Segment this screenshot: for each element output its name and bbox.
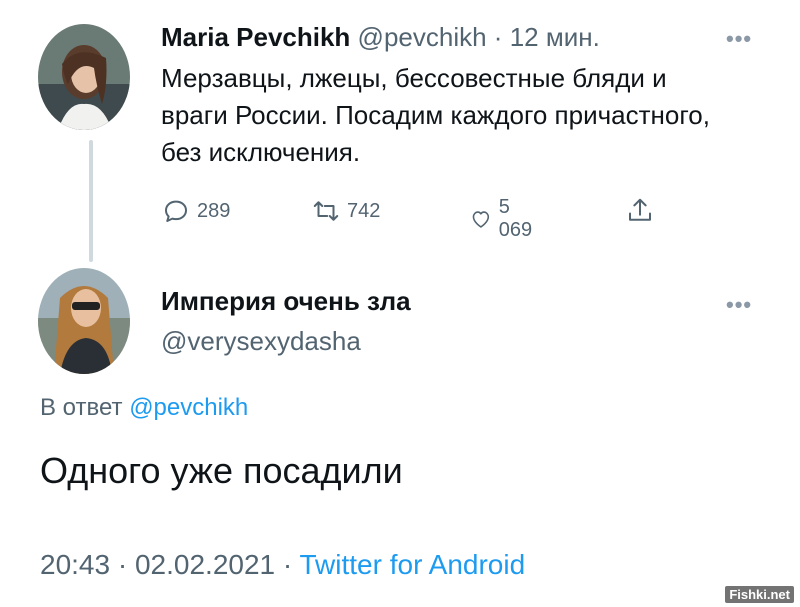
retweet-icon [313, 201, 339, 221]
tweet1-timestamp[interactable]: 12 мин. [510, 22, 600, 52]
footer-separator: · [282, 549, 293, 580]
reply-context: В ответ @pevchikh [40, 394, 248, 422]
avatar-verysexydasha[interactable] [38, 268, 130, 374]
reply-count: 289 [197, 199, 231, 222]
tweet2-more-icon[interactable]: ••• [726, 292, 752, 318]
tweet1-text: Мерзавцы, лжецы, бессовестные бляди и вр… [161, 63, 710, 167]
tweet2-footer: 20:43 · 02.02.2021 · Twitter for Android [40, 549, 525, 581]
tweet1-separator: · [493, 22, 503, 52]
avatar-maria-pevchikh[interactable] [38, 24, 130, 130]
tweet1-author-name[interactable]: Maria Pevchikh [161, 22, 350, 52]
tweet2-date[interactable]: 02.02.2021 [135, 549, 275, 580]
retweet-count: 742 [347, 199, 381, 222]
avatar-photo-icon [38, 24, 130, 130]
reply-mention-link[interactable]: @pevchikh [129, 394, 248, 421]
thread-connector-line [89, 140, 93, 262]
footer-separator: · [117, 549, 128, 580]
share-button[interactable] [625, 196, 655, 226]
avatar-photo-icon [38, 268, 130, 374]
tweet2-source-link[interactable]: Twitter for Android [300, 549, 526, 580]
reply-prefix: В ответ [40, 394, 123, 421]
reply-button[interactable]: 289 [161, 196, 230, 226]
retweet-button[interactable]: 742 [311, 196, 380, 226]
reply-icon [165, 200, 187, 222]
tweet1-header: Maria Pevchikh @pevchikh · 12 мин. [161, 22, 600, 53]
watermark: Fishki.net [725, 586, 794, 603]
like-button[interactable]: 5 069 [469, 196, 538, 242]
tweet2-time[interactable]: 20:43 [40, 549, 110, 580]
share-icon [629, 198, 651, 221]
heart-icon [472, 211, 490, 228]
tweet2-author-name[interactable]: Империя очень зла [161, 286, 411, 317]
tweet2-text: Одного уже посадили [40, 450, 403, 491]
tweet1-more-icon[interactable]: ••• [726, 26, 752, 52]
tweet2-handle[interactable]: @verysexydasha [161, 326, 361, 357]
like-count: 5 069 [498, 196, 533, 241]
tweet1-handle[interactable]: @pevchikh [358, 22, 487, 52]
